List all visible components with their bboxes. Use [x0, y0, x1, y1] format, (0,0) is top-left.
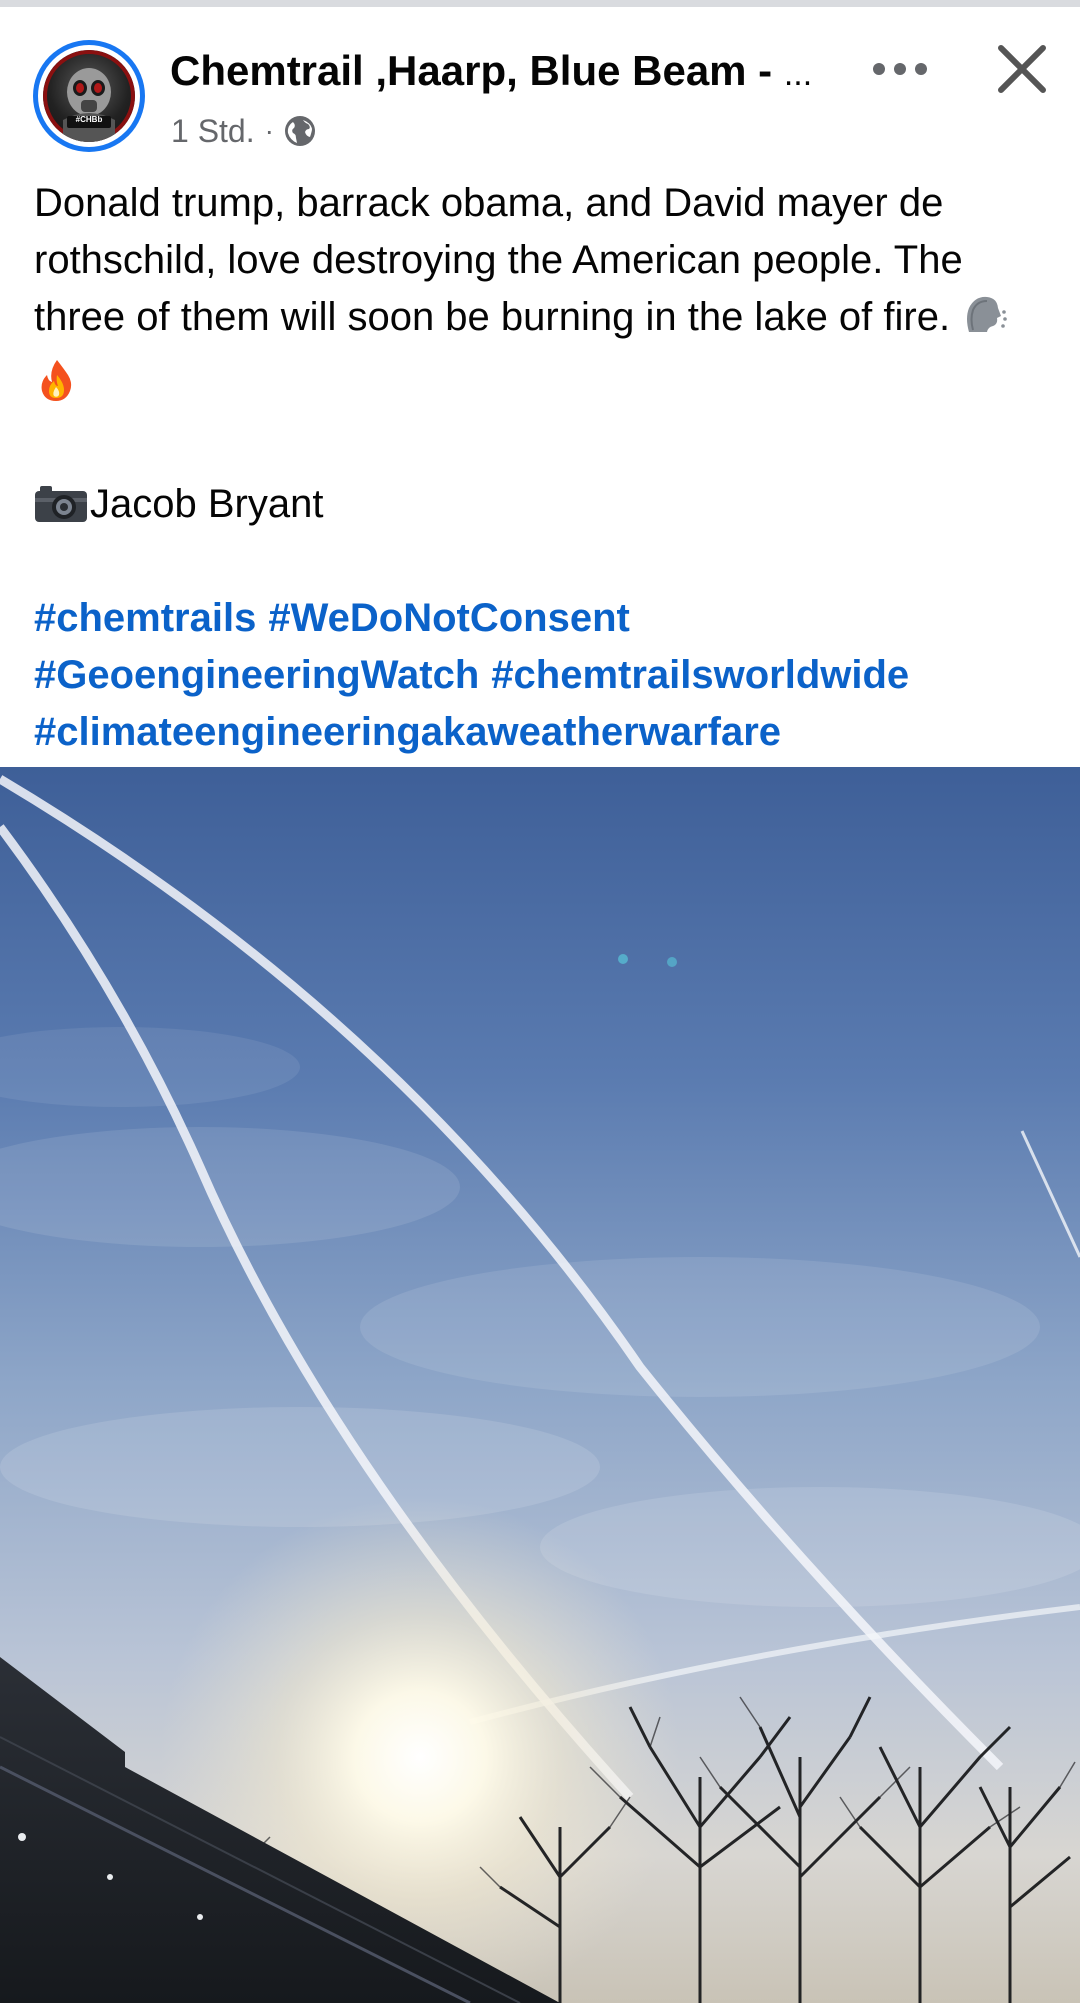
photo-credit-name: Jacob Bryant — [90, 482, 324, 526]
close-button[interactable] — [992, 35, 1052, 103]
fire-emoji — [34, 357, 80, 419]
more-horizontal-icon — [873, 63, 927, 75]
post-meta: 1 Std. · — [171, 111, 316, 151]
page-name-ellipsis: ... — [783, 55, 813, 93]
meta-separator: · — [264, 115, 274, 146]
post-message: Donald trump, barrack obama, and David m… — [34, 175, 1054, 419]
hashtag-link[interactable]: #chemtrails — [34, 596, 256, 640]
post-photo[interactable] — [0, 767, 1080, 2003]
hashtag-link[interactable]: #chemtrailsworldwide — [491, 653, 909, 697]
hashtag-link[interactable]: #climateengineeringakaweatherwarfare — [34, 710, 781, 754]
page-name-link[interactable]: Chemtrail ,Haarp, Blue Beam - ... — [170, 47, 820, 95]
avatar-badge-text: #CHBb — [75, 115, 103, 124]
sky-photo — [0, 767, 1080, 2003]
speaking-head-emoji — [961, 292, 1008, 354]
top-strip — [0, 0, 1080, 7]
page-name: Chemtrail ,Haarp, Blue Beam - — [170, 47, 773, 94]
hashtag-link[interactable]: #WeDoNotConsent — [268, 596, 629, 640]
globe-icon — [284, 115, 316, 147]
photo-credit: Jacob Bryant — [34, 476, 1054, 533]
more-options-button[interactable] — [868, 45, 932, 93]
post-body: Donald trump, barrack obama, and David m… — [34, 175, 1054, 761]
gas-mask-logo: #CHBb — [43, 50, 135, 142]
hashtag-list: #chemtrails #WeDoNotConsent #Geoengineeri… — [34, 590, 1054, 761]
camera-icon — [34, 482, 88, 522]
hashtag-link[interactable]: #GeoengineeringWatch — [34, 653, 479, 697]
page-avatar[interactable]: #CHBb — [33, 40, 145, 152]
post-header: #CHBb Chemtrail ,Haarp, Blue Beam - ... … — [0, 7, 1080, 167]
close-icon — [998, 45, 1046, 93]
post-message-text: Donald trump, barrack obama, and David m… — [34, 181, 963, 339]
post-time[interactable]: 1 Std. — [171, 113, 255, 150]
